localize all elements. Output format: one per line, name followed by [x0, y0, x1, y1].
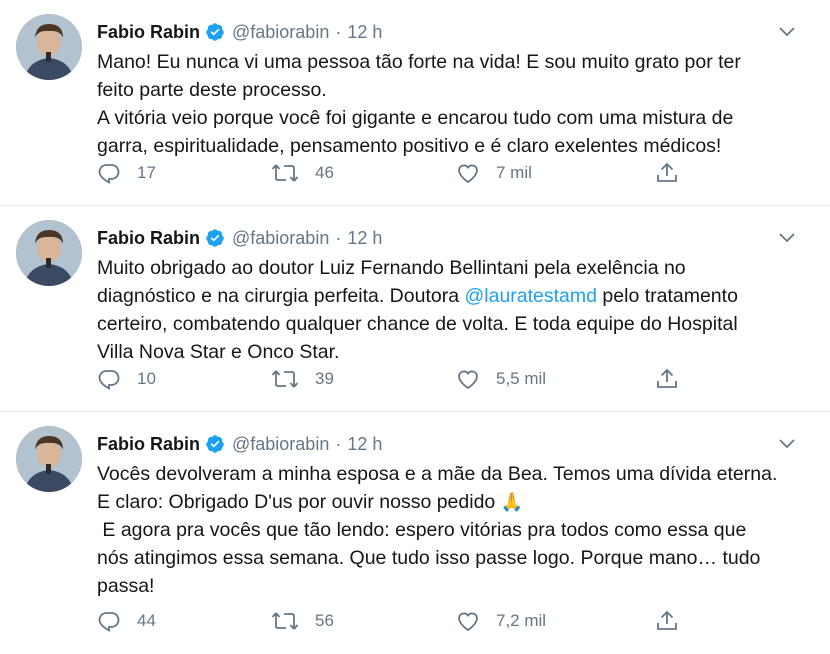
- tweet-line: E claro: Obrigado D'us por ouvir nosso p…: [97, 488, 812, 516]
- chevron-down-icon[interactable]: [776, 22, 798, 42]
- retweet-count: 39: [315, 369, 334, 388]
- retweet-button[interactable]: 46: [271, 160, 334, 186]
- retweet-button[interactable]: 56: [271, 608, 334, 634]
- tweet-header: Fabio Rabin @fabiorabin · 12 h: [97, 226, 382, 250]
- tweet[interactable]: Fabio Rabin @fabiorabin · 12 h Vocês dev…: [0, 412, 830, 654]
- tweet-line-segment: pelo tratamento: [597, 285, 738, 307]
- reply-count: 17: [137, 163, 156, 182]
- tweet-text: Muito obrigado ao doutor Luiz Fernando B…: [97, 254, 812, 366]
- tweet-line: Mano! Eu nunca vi uma pessoa tão forte n…: [97, 51, 741, 73]
- share-icon: [657, 162, 677, 182]
- retweet-icon: [271, 370, 299, 388]
- tweet-actions: 17 46 7 mil: [97, 160, 697, 186]
- heart-icon: [458, 370, 478, 390]
- retweet-icon: [271, 612, 299, 630]
- like-button[interactable]: 5,5 mil: [456, 366, 546, 392]
- author-name[interactable]: Fabio Rabin: [97, 228, 200, 249]
- avatar[interactable]: [16, 220, 82, 286]
- share-icon: [657, 368, 677, 388]
- tweet-line: nós atingimos essa semana. Que tudo isso…: [97, 547, 761, 569]
- like-button[interactable]: 7 mil: [456, 160, 532, 186]
- tweet-line: feito parte deste processo.: [97, 79, 327, 101]
- tweet-line: passa!: [97, 575, 155, 597]
- tweet[interactable]: Fabio Rabin @fabiorabin · 12 h Mano! Eu …: [0, 0, 830, 206]
- reply-icon: [98, 612, 120, 633]
- heart-icon: [458, 612, 478, 632]
- verified-badge-icon: [205, 434, 225, 454]
- author-handle[interactable]: @fabiorabin: [232, 434, 329, 455]
- tweet-line: Villa Nova Star e Onco Star.: [97, 341, 340, 363]
- tweet-line: Vocês devolveram a minha esposa e a mãe …: [97, 463, 778, 485]
- separator-dot: ·: [335, 433, 342, 454]
- chevron-down-icon[interactable]: [776, 228, 798, 248]
- reply-button[interactable]: 10: [97, 366, 156, 392]
- tweet-line: garra, espiritualidade, pensamento posit…: [97, 135, 722, 157]
- share-button[interactable]: [655, 366, 695, 392]
- retweet-icon: [271, 164, 299, 182]
- tweet-actions: 44 56 7,2 mil: [97, 608, 697, 634]
- tweet-text: Vocês devolveram a minha esposa e a mãe …: [97, 460, 812, 600]
- share-icon: [657, 610, 677, 630]
- folded-hands-emoji: 🙏: [500, 492, 524, 512]
- share-button[interactable]: [655, 160, 695, 186]
- tweet-actions: 10 39 5,5 mil: [97, 366, 697, 392]
- tweet-header: Fabio Rabin @fabiorabin · 12 h: [97, 20, 382, 44]
- verified-badge-icon: [205, 228, 225, 248]
- tweet[interactable]: Fabio Rabin @fabiorabin · 12 h Muito obr…: [0, 206, 830, 412]
- timestamp[interactable]: 12 h: [347, 434, 382, 455]
- like-button[interactable]: 7,2 mil: [456, 608, 546, 634]
- reply-icon: [98, 370, 120, 391]
- avatar[interactable]: [16, 14, 82, 80]
- separator-dot: ·: [335, 227, 342, 248]
- tweet-line: Muito obrigado ao doutor Luiz Fernando B…: [97, 257, 686, 279]
- author-handle[interactable]: @fabiorabin: [232, 228, 329, 249]
- verified-badge-icon: [205, 22, 225, 42]
- reply-button[interactable]: 17: [97, 160, 156, 186]
- like-count: 7,2 mil: [496, 611, 547, 630]
- retweet-count: 46: [315, 163, 334, 182]
- retweet-count: 56: [315, 611, 334, 630]
- reply-button[interactable]: 44: [97, 608, 156, 634]
- tweet-line: diagnóstico e na cirurgia perfeita. Dout…: [97, 282, 812, 310]
- separator-dot: ·: [335, 21, 342, 42]
- like-count: 7 mil: [496, 163, 532, 182]
- retweet-button[interactable]: 39: [271, 366, 334, 392]
- author-name[interactable]: Fabio Rabin: [97, 434, 200, 455]
- author-handle[interactable]: @fabiorabin: [232, 22, 329, 43]
- author-name[interactable]: Fabio Rabin: [97, 22, 200, 43]
- avatar[interactable]: [16, 426, 82, 492]
- reply-count: 10: [137, 369, 156, 388]
- reply-count: 44: [137, 611, 156, 630]
- chevron-down-icon[interactable]: [776, 434, 798, 454]
- tweet-line: E agora pra vocês que tão lendo: espero …: [97, 519, 747, 541]
- timestamp[interactable]: 12 h: [347, 228, 382, 249]
- tweet-line: A vitória veio porque você foi gigante e…: [97, 107, 734, 129]
- tweet-line: certeiro, combatendo qualquer chance de …: [97, 313, 738, 335]
- timestamp[interactable]: 12 h: [347, 22, 382, 43]
- tweet-header: Fabio Rabin @fabiorabin · 12 h: [97, 432, 382, 456]
- mention-link[interactable]: @laurates​tamd: [464, 285, 597, 307]
- tweet-text: Mano! Eu nunca vi uma pessoa tão forte n…: [97, 48, 812, 160]
- like-count: 5,5 mil: [496, 369, 547, 388]
- tweet-line-segment: diagnóstico e na cirurgia perfeita. Dout…: [97, 285, 465, 307]
- share-button[interactable]: [655, 608, 695, 634]
- tweet-line-segment: E claro: Obrigado D'us por ouvir nosso p…: [97, 491, 501, 513]
- reply-icon: [98, 164, 120, 185]
- heart-icon: [458, 164, 478, 184]
